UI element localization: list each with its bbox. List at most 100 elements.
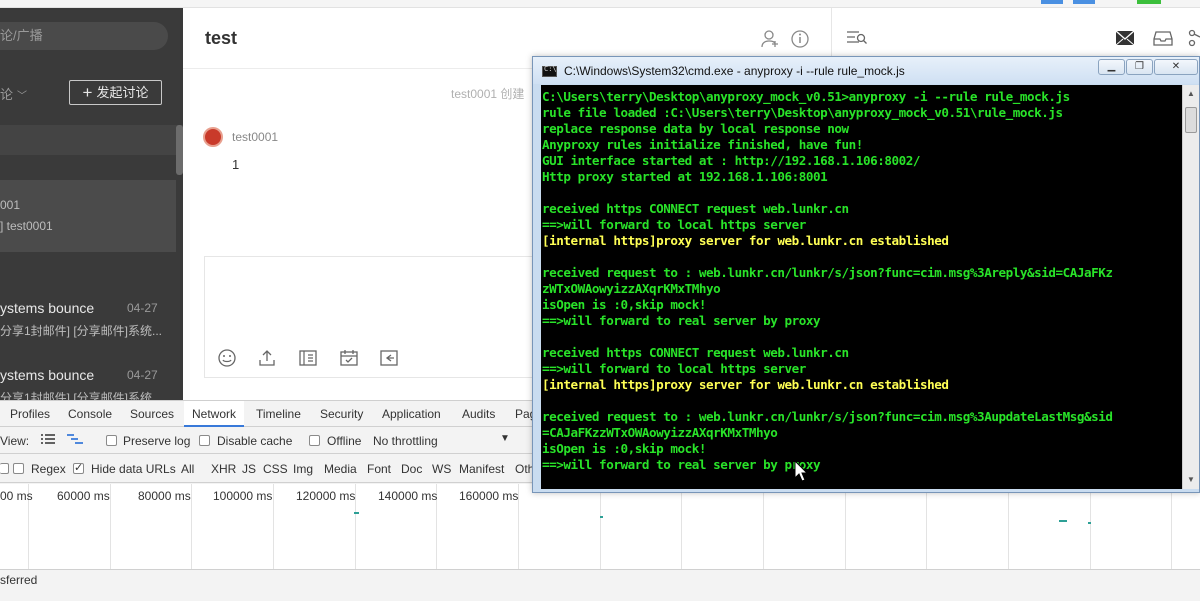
preserve-log-checkbox[interactable]	[106, 435, 117, 446]
start-discussion-button[interactable]: + 发起讨论	[69, 80, 162, 105]
message-sender: test0001	[232, 130, 279, 144]
console-line: received https CONNECT request web.lunkr…	[542, 345, 849, 360]
filter-js[interactable]: JS	[242, 462, 256, 476]
cmd-window-title: C:\Windows\System32\cmd.exe - anyproxy -…	[564, 64, 905, 78]
console-line: Http proxy started at 192.168.1.106:8001	[542, 169, 828, 184]
chat-title: test	[205, 28, 238, 48]
timeline-gridline	[273, 484, 274, 569]
filter-select[interactable]: 论 ﹀	[0, 84, 27, 103]
minimize-button[interactable]: ▁	[1098, 59, 1125, 75]
console-line: =CAJaFKzzWTxOWAowyizzAXqrKMxTMhyo	[542, 425, 778, 440]
filter-img[interactable]: Img	[293, 462, 313, 476]
filter-manifest[interactable]: Manifest	[459, 462, 504, 476]
timeline-tick-label: 140000 ms	[378, 489, 438, 503]
tab-security[interactable]: Security	[320, 407, 363, 421]
cmd-window[interactable]: C:\Windows\System32\cmd.exe - anyproxy -…	[532, 56, 1200, 493]
regex-label: Regex	[31, 462, 66, 476]
list-item-preview: 分享1封邮件] [分享邮件]系统...	[0, 324, 163, 338]
console-line: received request to : web.lunkr.cn/lunkr…	[542, 409, 1113, 424]
plus-icon: +	[82, 83, 93, 102]
timeline-gridline	[845, 484, 846, 569]
timeline-gridline	[1090, 484, 1091, 569]
regex-checkbox[interactable]	[13, 463, 24, 474]
devtools-status-bar: sferred	[0, 569, 1200, 589]
tab-application[interactable]: Application	[382, 407, 441, 421]
timeline-tick-label: 80000 ms	[138, 489, 191, 503]
console-line: ==>will forward to real server by proxy	[542, 313, 821, 328]
filter-doc[interactable]: Doc	[401, 462, 422, 476]
tab-network[interactable]: Network	[192, 407, 236, 421]
list-item-title: ystems bounce	[0, 367, 95, 383]
transferred-summary: sferred	[0, 573, 38, 587]
drive-icon[interactable]	[1153, 29, 1173, 52]
waterfall-icon[interactable]	[66, 432, 84, 449]
scroll-thumb[interactable]	[1185, 107, 1197, 133]
list-item-active[interactable]	[0, 180, 176, 252]
reply-icon[interactable]	[378, 348, 400, 370]
console-line: isOpen is :0,skip mock!	[542, 297, 707, 312]
close-button[interactable]: ✕	[1154, 59, 1198, 75]
sidebar-scrollbar[interactable]	[176, 125, 183, 175]
console-line: [internal https]proxy server for web.lun…	[542, 377, 949, 392]
add-member-icon[interactable]	[760, 29, 780, 54]
share-icon[interactable]	[1187, 29, 1200, 52]
tab-audits[interactable]: Audits	[462, 407, 495, 421]
calendar-icon[interactable]	[338, 348, 360, 370]
maximize-button[interactable]: ❐	[1126, 59, 1153, 75]
throttling-select[interactable]: No throttling	[373, 434, 438, 448]
filter-xhr[interactable]: XHR	[211, 462, 236, 476]
list-view-icon[interactable]	[846, 29, 868, 52]
timeline-tick-label: 100000 ms	[213, 489, 273, 503]
throttling-dropdown-icon[interactable]: ▼	[500, 433, 510, 444]
post-icon[interactable]	[297, 348, 319, 370]
filter-css[interactable]: CSS	[263, 462, 288, 476]
message-body: 1	[232, 157, 240, 172]
toolbar-chip	[1041, 0, 1063, 4]
upload-icon[interactable]	[256, 348, 278, 370]
offline-checkbox[interactable]	[309, 435, 320, 446]
network-overview-timeline[interactable]: 00 ms 60000 ms 80000 ms 100000 ms 120000…	[0, 484, 1200, 569]
hide-data-urls-checkbox[interactable]	[73, 461, 84, 474]
timeline-gridline	[1171, 484, 1172, 569]
filter-input[interactable]	[0, 463, 9, 474]
console-scrollbar[interactable]: ▲ ▼	[1182, 85, 1199, 489]
console-line: Anyproxy rules initialize finished, have…	[542, 137, 863, 152]
tab-profiles[interactable]: Profiles	[10, 407, 50, 421]
search-input[interactable]: 论/广播	[0, 22, 168, 50]
console-line: [internal https]proxy server for web.lun…	[542, 233, 949, 248]
list-item-preview: ] test0001	[0, 219, 53, 233]
mail-icon[interactable]	[1115, 29, 1135, 52]
sidebar-section-divider	[0, 125, 183, 155]
console-line: ==>will forward to real server by proxy	[542, 457, 821, 472]
preserve-log-label: Preserve log	[123, 434, 191, 448]
timeline-gridline	[600, 484, 601, 569]
filter-all[interactable]: All	[181, 462, 194, 476]
message-composer[interactable]	[204, 256, 534, 378]
tab-sources[interactable]: Sources	[130, 407, 174, 421]
tab-console[interactable]: Console	[68, 407, 112, 421]
cmd-titlebar[interactable]: C:\Windows\System32\cmd.exe - anyproxy -…	[533, 57, 1199, 84]
timeline-gridline	[191, 484, 192, 569]
scroll-down-icon[interactable]: ▼	[1187, 475, 1195, 484]
scroll-up-icon[interactable]: ▲	[1187, 89, 1195, 98]
timeline-gridline	[763, 484, 764, 569]
tab-timeline[interactable]: Timeline	[256, 407, 301, 421]
list-item-title: ystems bounce	[0, 300, 95, 316]
timeline-tick-label: 60000 ms	[57, 489, 110, 503]
filter-media[interactable]: Media	[324, 462, 357, 476]
timeline-tick-label: 00 ms	[0, 489, 33, 503]
list-item-date: 04-27	[127, 368, 158, 382]
request-mark	[600, 516, 603, 518]
console-output[interactable]: C:\Users\terry\Desktop\anyproxy_mock_v0.…	[541, 85, 1182, 489]
info-icon[interactable]	[790, 29, 810, 54]
console-line: ==>will forward to local https server	[542, 217, 806, 232]
console-line: replace response data by local response …	[542, 121, 849, 136]
filter-font[interactable]: Font	[367, 462, 391, 476]
filter-ws[interactable]: WS	[432, 462, 451, 476]
disable-cache-checkbox[interactable]	[199, 435, 210, 446]
emoji-icon[interactable]	[216, 348, 238, 370]
avatar[interactable]	[203, 127, 223, 147]
hide-data-urls-label: Hide data URLs	[91, 462, 176, 476]
large-rows-icon[interactable]	[40, 432, 56, 449]
console-line: received https CONNECT request web.lunkr…	[542, 201, 849, 216]
